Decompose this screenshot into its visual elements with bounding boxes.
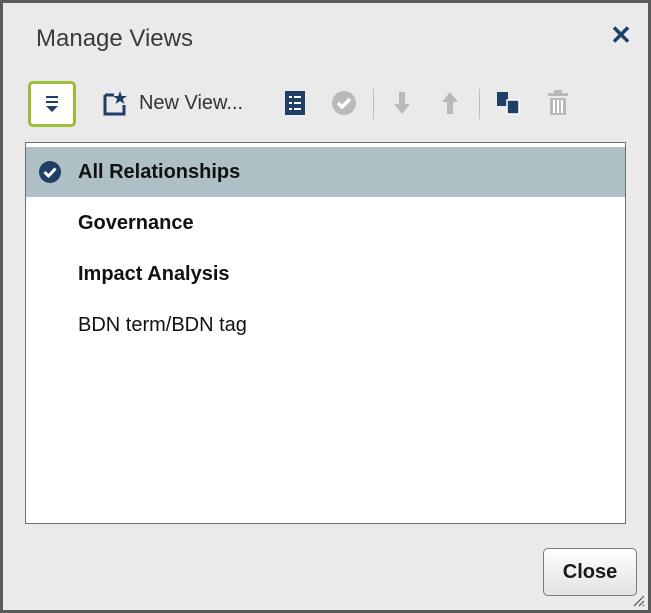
move-down-button[interactable]	[387, 83, 417, 123]
toolbar-separator	[479, 89, 480, 119]
resize-grip-icon[interactable]	[631, 593, 645, 607]
move-down-icon	[394, 92, 410, 114]
close-button[interactable]: Close	[543, 548, 637, 596]
filter-icon	[46, 96, 58, 112]
views-list: All Relationships Governance Impact Anal…	[25, 142, 626, 524]
properties-button[interactable]	[279, 83, 311, 123]
list-item[interactable]: Impact Analysis	[26, 249, 625, 299]
new-view-label: New View...	[138, 91, 244, 114]
copy-icon	[497, 92, 520, 115]
toolbar: New View...	[3, 81, 648, 129]
toolbar-separator	[373, 89, 374, 119]
new-view-icon	[103, 91, 127, 116]
copy-button[interactable]	[491, 83, 525, 123]
view-label: BDN term/BDN tag	[78, 314, 247, 336]
delete-icon	[548, 90, 568, 115]
delete-button[interactable]	[541, 83, 575, 123]
view-label: Governance	[78, 212, 194, 234]
view-label: All Relationships	[78, 161, 241, 183]
list-item[interactable]: BDN term/BDN tag	[26, 300, 625, 350]
filter-button[interactable]	[28, 81, 76, 127]
set-default-button[interactable]	[327, 83, 361, 123]
check-circle-icon	[39, 161, 61, 183]
move-up-icon	[442, 92, 458, 114]
set-default-icon	[332, 91, 356, 115]
properties-icon	[285, 91, 305, 115]
manage-views-dialog: Manage Views ✕ New View... All Relations…	[0, 0, 651, 613]
new-view-button[interactable]: New View...	[83, 83, 261, 123]
view-label: Impact Analysis	[78, 263, 230, 285]
dialog-title: Manage Views	[36, 25, 193, 52]
list-item[interactable]: All Relationships	[26, 147, 625, 197]
list-item[interactable]: Governance	[26, 198, 625, 248]
close-icon[interactable]: ✕	[607, 21, 635, 49]
dialog-titlebar: Manage Views ✕	[3, 3, 648, 65]
move-up-button[interactable]	[435, 83, 465, 123]
